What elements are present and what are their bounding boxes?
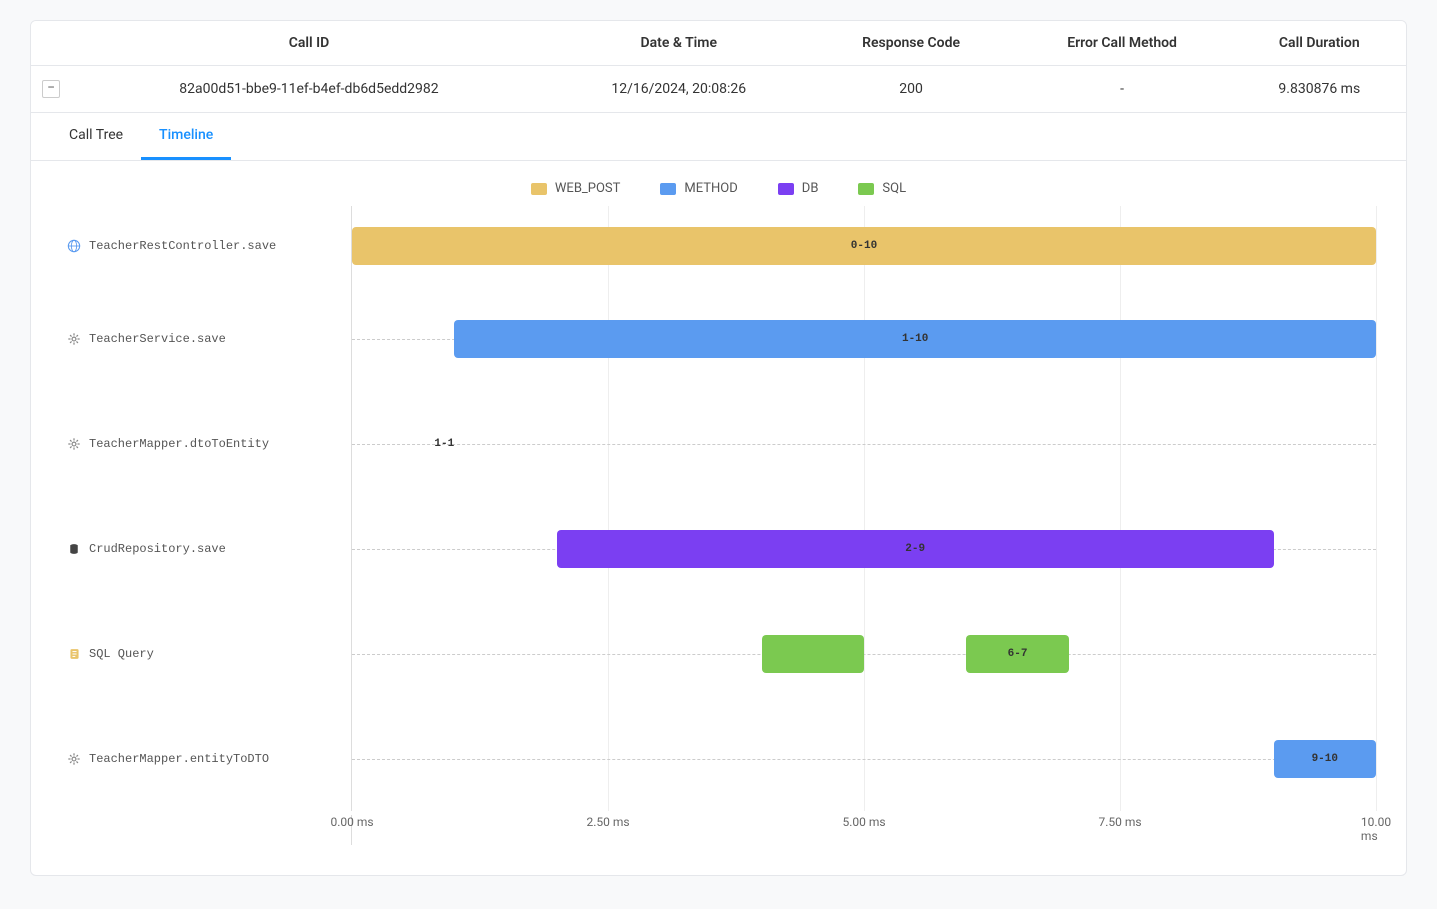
timeline-row-label: CrudRepository.save: [61, 542, 351, 556]
legend-sql-label: SQL: [882, 181, 906, 196]
timeline-row: CrudRepository.save 2-9: [61, 496, 1376, 601]
timeline-row: TeacherMapper.dtoToEntity 1-1: [61, 391, 1376, 496]
timeline-row-track: 1-10: [351, 286, 1376, 391]
col-error-method[interactable]: Error Call Method: [1012, 21, 1233, 66]
row-name: SQL Query: [89, 647, 154, 661]
timeline-row-label: TeacherRestController.save: [61, 239, 351, 253]
legend-webpost-label: WEB_POST: [555, 181, 621, 196]
timeline-row: SQL Query 6-7: [61, 601, 1376, 706]
axis-tick: 0.00 ms: [330, 815, 373, 829]
timeline-row-track: 2-9: [351, 496, 1376, 601]
row-name: TeacherMapper.entityToDTO: [89, 752, 269, 766]
row-name: CrudRepository.save: [89, 542, 226, 556]
gridline: [1376, 391, 1377, 496]
expand-col-header: [31, 21, 71, 66]
sql-icon: [67, 647, 81, 661]
swatch-webpost-icon: [531, 183, 547, 195]
gridline: [1376, 286, 1377, 391]
x-axis: 0.00 ms2.50 ms5.00 ms7.50 ms10.00 ms: [61, 815, 1376, 845]
globe-icon: [67, 239, 81, 253]
table-header-row: Call ID Date & Time Response Code Error …: [31, 21, 1406, 66]
axis-tick: 2.50 ms: [586, 815, 629, 829]
timeline-row-track: 1-1: [351, 391, 1376, 496]
timeline-panel: WEB_POST METHOD DB SQL TeacherRestContro…: [31, 161, 1406, 875]
col-call-id[interactable]: Call ID: [71, 21, 547, 66]
bar-label: 1-1: [434, 438, 454, 450]
db-icon: [67, 542, 81, 556]
tabs: Call Tree Timeline: [31, 113, 1406, 161]
timeline-bar[interactable]: 6-7: [966, 635, 1068, 673]
gear-icon: [67, 437, 81, 451]
cell-datetime: 12/16/2024, 20:08:26: [547, 66, 811, 113]
legend-method-label: METHOD: [684, 181, 737, 196]
axis-tick: 10.00 ms: [1361, 815, 1391, 843]
gridline: [1376, 206, 1377, 286]
table-row: − 82a00d51-bbe9-11ef-b4ef-db6d5edd2982 1…: [31, 66, 1406, 113]
timeline-row-track: 6-7: [351, 601, 1376, 706]
timeline-row: TeacherService.save 1-10: [61, 286, 1376, 391]
timeline-chart: TeacherRestController.save 0-10 TeacherSer…: [61, 206, 1376, 811]
legend-db-label: DB: [802, 181, 819, 196]
col-response-code[interactable]: Response Code: [811, 21, 1012, 66]
timeline-row: TeacherRestController.save 0-10: [61, 206, 1376, 286]
collapse-toggle[interactable]: −: [42, 80, 60, 98]
swatch-db-icon: [778, 183, 794, 195]
timeline-bar[interactable]: 2-9: [557, 530, 1274, 568]
tab-call-tree[interactable]: Call Tree: [51, 113, 141, 160]
axis-tick: 5.00 ms: [842, 815, 885, 829]
cell-response-code: 200: [811, 66, 1012, 113]
legend-db[interactable]: DB: [778, 181, 819, 196]
dash-line: [352, 654, 1376, 655]
timeline-bar[interactable]: 1-10: [454, 320, 1376, 358]
legend-sql[interactable]: SQL: [858, 181, 906, 196]
timeline-bar[interactable]: [762, 635, 864, 673]
tab-timeline[interactable]: Timeline: [141, 113, 231, 160]
gear-icon: [67, 752, 81, 766]
call-table: Call ID Date & Time Response Code Error …: [31, 21, 1406, 113]
timeline-bar[interactable]: 9-10: [1274, 740, 1376, 778]
timeline-bar[interactable]: 0-10: [352, 227, 1376, 265]
timeline-row-label: TeacherMapper.dtoToEntity: [61, 437, 351, 451]
row-name: TeacherRestController.save: [89, 239, 276, 253]
row-name: TeacherService.save: [89, 332, 226, 346]
legend-method[interactable]: METHOD: [660, 181, 737, 196]
cell-duration: 9.830876 ms: [1233, 66, 1406, 113]
legend: WEB_POST METHOD DB SQL: [61, 181, 1376, 196]
timeline-row-track: 9-10: [351, 706, 1376, 811]
dash-line: [352, 759, 1376, 760]
gridline: [1376, 601, 1377, 706]
col-datetime[interactable]: Date & Time: [547, 21, 811, 66]
detail-card: Call ID Date & Time Response Code Error …: [30, 20, 1407, 876]
swatch-sql-icon: [858, 183, 874, 195]
gear-icon: [67, 332, 81, 346]
timeline-row-track: 0-10: [351, 206, 1376, 286]
gridline: [1376, 496, 1377, 601]
cell-error-method: -: [1012, 66, 1233, 113]
gridline: [1376, 706, 1377, 811]
timeline-row-label: TeacherMapper.entityToDTO: [61, 752, 351, 766]
axis-track: 0.00 ms2.50 ms5.00 ms7.50 ms10.00 ms: [351, 815, 1376, 845]
timeline-row-label: TeacherService.save: [61, 332, 351, 346]
dash-line: [352, 444, 1376, 445]
axis-tick: 7.50 ms: [1098, 815, 1141, 829]
legend-webpost[interactable]: WEB_POST: [531, 181, 621, 196]
timeline-row: TeacherMapper.entityToDTO 9-10: [61, 706, 1376, 811]
col-duration[interactable]: Call Duration: [1233, 21, 1406, 66]
row-name: TeacherMapper.dtoToEntity: [89, 437, 269, 451]
swatch-method-icon: [660, 183, 676, 195]
cell-call-id: 82a00d51-bbe9-11ef-b4ef-db6d5edd2982: [71, 66, 547, 113]
timeline-row-label: SQL Query: [61, 647, 351, 661]
